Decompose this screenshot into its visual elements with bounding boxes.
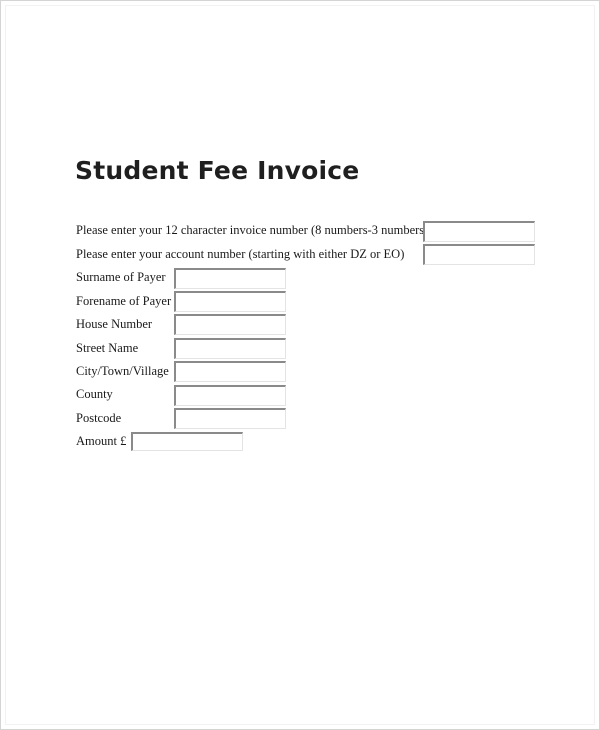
city-label: City/Town/Village — [76, 364, 169, 378]
amount-label: Amount £ — [76, 434, 127, 448]
county-label: County — [76, 387, 113, 401]
page-title: Student Fee Invoice — [75, 156, 360, 185]
document-page: Student Fee Invoice Please enter your 12… — [0, 0, 600, 730]
surname-label: Surname of Payer — [76, 270, 166, 284]
county-input[interactable] — [174, 385, 286, 406]
postcode-label: Postcode — [76, 411, 122, 425]
house-number-label: House Number — [76, 317, 153, 331]
street-name-input[interactable] — [174, 338, 286, 359]
forename-label: Forename of Payer — [76, 294, 172, 308]
postcode-input[interactable] — [174, 408, 286, 429]
surname-input[interactable] — [174, 268, 286, 289]
account-number-input[interactable] — [423, 244, 535, 265]
forename-input[interactable] — [174, 291, 286, 312]
city-input[interactable] — [174, 361, 286, 382]
invoice-number-label: Please enter your 12 character invoice n… — [76, 223, 429, 237]
invoice-number-input[interactable] — [423, 221, 535, 242]
account-number-label: Please enter your account number (starti… — [76, 247, 405, 261]
house-number-input[interactable] — [174, 314, 286, 335]
amount-input[interactable] — [131, 432, 243, 451]
street-name-label: Street Name — [76, 341, 139, 355]
